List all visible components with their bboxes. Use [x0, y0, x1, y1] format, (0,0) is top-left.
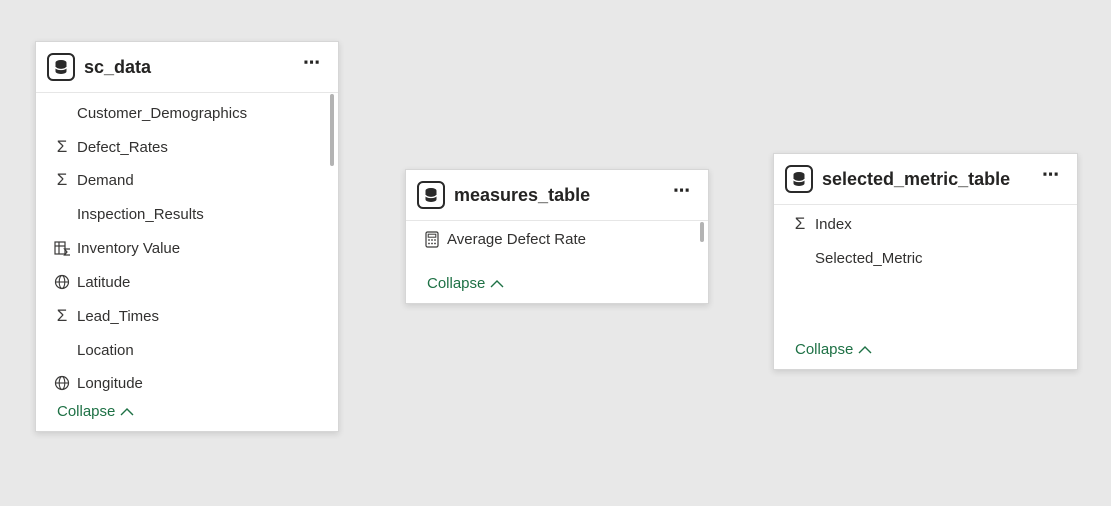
collapse-label: Collapse — [427, 275, 486, 292]
more-options-button[interactable]: ⋯ — [300, 54, 324, 76]
field-item[interactable]: Σ Defect_Rates — [36, 135, 338, 161]
globe-icon — [53, 374, 71, 392]
calculator-icon — [423, 230, 441, 248]
field-item[interactable]: Σ Index — [774, 212, 1077, 238]
chevron-up-icon — [490, 280, 504, 288]
field-item[interactable]: Selected_Metric — [774, 246, 1077, 272]
field-list[interactable]: Customer_Demographics Σ Defect_Rates Σ D… — [36, 93, 338, 393]
database-icon — [785, 165, 813, 193]
sigma-icon: Σ — [56, 137, 68, 156]
table-card-header[interactable]: measures_table ⋯ — [406, 170, 708, 221]
field-item[interactable]: Customer_Demographics — [36, 101, 338, 127]
table-title: sc_data — [84, 57, 152, 77]
more-options-button[interactable]: ⋯ — [1039, 166, 1063, 188]
field-item[interactable]: Longitude — [36, 371, 338, 397]
field-item[interactable]: Inspection_Results — [36, 202, 338, 228]
field-item[interactable]: Σ Demand — [36, 168, 338, 194]
field-label: Latitude — [77, 274, 131, 291]
field-list[interactable]: Σ Index Selected_Metric — [774, 205, 1077, 325]
field-label: Selected_Metric — [815, 250, 923, 267]
field-label: Defect_Rates — [77, 139, 168, 156]
field-item[interactable]: Inventory Value — [36, 236, 338, 262]
database-icon — [47, 53, 75, 81]
field-label: Longitude — [77, 375, 143, 392]
field-list[interactable]: Average Defect Rate — [406, 221, 708, 261]
table-card-selected-metric-table[interactable]: selected_metric_table ⋯ Σ Index Selected… — [773, 153, 1078, 370]
model-view-canvas: sc_data ⋯ Customer_Demographics Σ Defect… — [0, 0, 1111, 506]
collapse-link[interactable]: Collapse — [57, 403, 134, 420]
chevron-up-icon — [120, 408, 134, 416]
field-item[interactable]: Latitude — [36, 270, 338, 296]
collapse-link[interactable]: Collapse — [427, 275, 504, 292]
field-label: Inventory Value — [77, 240, 181, 257]
globe-icon — [53, 273, 71, 291]
table-card-header[interactable]: selected_metric_table ⋯ — [774, 154, 1077, 205]
chevron-up-icon — [858, 346, 872, 354]
field-item[interactable]: Σ Lead_Times — [36, 304, 338, 330]
table-card-sc-data[interactable]: sc_data ⋯ Customer_Demographics Σ Defect… — [35, 41, 339, 432]
sigma-icon: Σ — [56, 170, 68, 189]
field-label: Inspection_Results — [77, 206, 204, 223]
collapse-label: Collapse — [57, 403, 116, 420]
table-card-measures-table[interactable]: measures_table ⋯ Average Defect Rate Col… — [405, 169, 709, 304]
calculated-column-icon — [53, 239, 71, 257]
scrollbar-thumb[interactable] — [330, 94, 334, 166]
field-item[interactable]: Location — [36, 338, 338, 364]
field-label: Demand — [77, 172, 134, 189]
sigma-icon: Σ — [794, 214, 806, 233]
table-card-header[interactable]: sc_data ⋯ — [36, 42, 338, 93]
field-label: Location — [77, 342, 134, 359]
collapse-label: Collapse — [795, 341, 854, 358]
field-label: Customer_Demographics — [77, 105, 248, 122]
more-options-button[interactable]: ⋯ — [670, 182, 694, 204]
field-label: Index — [815, 216, 852, 233]
field-item[interactable]: Average Defect Rate — [406, 227, 708, 253]
field-label: Average Defect Rate — [447, 231, 586, 248]
database-icon — [417, 181, 445, 209]
field-label: Lead_Times — [77, 308, 159, 325]
table-title: selected_metric_table — [822, 169, 1011, 189]
scrollbar-thumb[interactable] — [700, 222, 704, 242]
table-title: measures_table — [454, 185, 591, 205]
sigma-icon: Σ — [56, 306, 68, 325]
collapse-link[interactable]: Collapse — [795, 341, 872, 358]
